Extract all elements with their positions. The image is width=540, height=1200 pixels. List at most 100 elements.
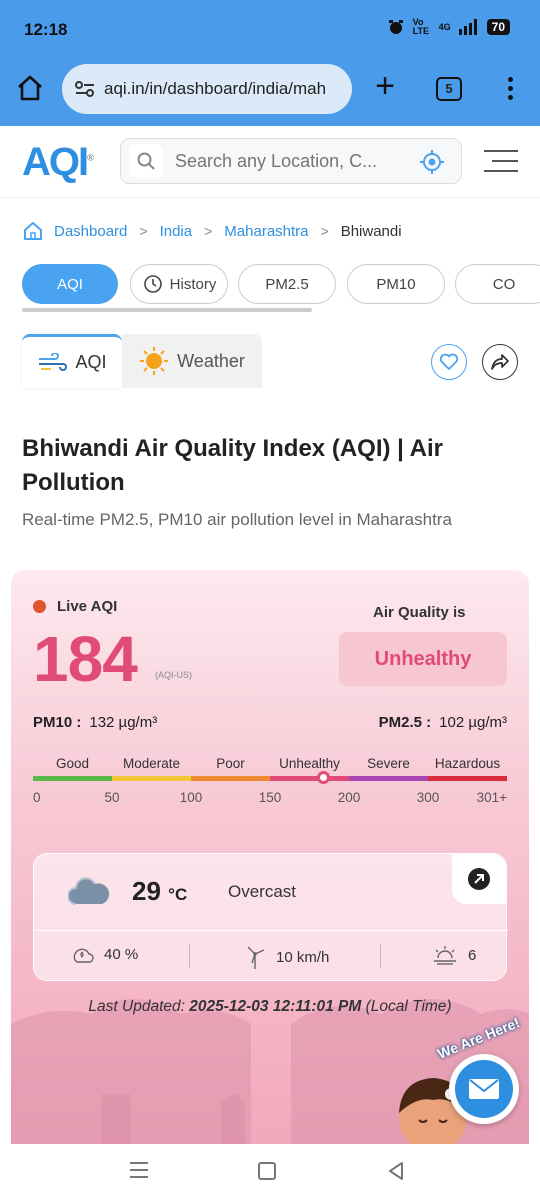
- browser-menu-button[interactable]: [500, 74, 520, 104]
- chevron-right-icon: >: [204, 223, 213, 239]
- mail-icon: [455, 1060, 513, 1118]
- chevron-right-icon: >: [139, 223, 148, 239]
- heart-icon: [439, 353, 459, 370]
- chevron-right-icon: >: [320, 223, 329, 239]
- scale-number-3: 150: [258, 790, 282, 805]
- scale-segment-severe: [349, 776, 428, 781]
- status-icons: Vo LTE 4G 70: [387, 18, 510, 36]
- pill-history[interactable]: History: [130, 264, 228, 304]
- site-logo[interactable]: AQI®: [22, 140, 94, 185]
- scale-label-moderate: Moderate: [122, 756, 181, 771]
- battery-indicator: 70: [486, 19, 510, 35]
- wind-turbine-icon: [247, 946, 265, 969]
- uv-stat: 6: [432, 944, 476, 966]
- scale-label-unhealthy: Unhealthy: [279, 756, 340, 771]
- aqi-scale-bar: [33, 776, 507, 781]
- share-button[interactable]: [482, 344, 518, 380]
- browser-toolbar: aqi.in/in/dashboard/india/mah + 5: [0, 58, 540, 126]
- pm25-value: 102 µg/m³: [439, 714, 507, 731]
- scale-label-hazardous: Hazardous: [434, 756, 501, 771]
- sun-icon: [140, 347, 169, 375]
- pill-history-label: History: [169, 275, 217, 293]
- scale-segment-unhealthy: [270, 776, 349, 781]
- last-updated: Last Updated: 2025-12-03 12:11:01 PM (Lo…: [11, 998, 529, 1016]
- breadcrumb: Dashboard > India > Maharashtra > Bhiwan…: [22, 220, 402, 242]
- weather-expand-button[interactable]: [452, 854, 506, 904]
- home-button[interactable]: [258, 1162, 276, 1180]
- scale-segment-poor: [191, 776, 270, 781]
- pm25-reading: PM2.5 : 102 µg/m³: [379, 714, 507, 731]
- tab-switcher-button[interactable]: 5: [436, 77, 462, 101]
- share-icon: [491, 354, 509, 370]
- hamburger-menu-icon[interactable]: [484, 150, 518, 180]
- arrow-up-right-icon: [468, 868, 490, 890]
- tab-aqi[interactable]: AQI: [22, 334, 122, 388]
- last-updated-datetime: 2025-12-03 12:11:01 PM: [189, 998, 362, 1015]
- tab-weather-label: Weather: [177, 350, 245, 371]
- pill-pm10[interactable]: PM10: [347, 264, 445, 304]
- breadcrumb-india[interactable]: India: [160, 223, 193, 240]
- page-title: Bhiwandi Air Quality Index (AQI) | Air P…: [22, 435, 443, 496]
- stat-divider: [189, 944, 190, 968]
- volte-label: Vo LTE: [412, 17, 429, 36]
- site-settings-icon[interactable]: [74, 80, 96, 98]
- humidity-icon: [73, 948, 94, 963]
- pill-aqi[interactable]: AQI: [22, 264, 118, 304]
- page-subtitle: Real-time PM2.5, PM10 air pollution leve…: [22, 510, 452, 529]
- aqi-scale-numbers: 0 50 100 150 200 300 301+: [33, 790, 507, 808]
- cloud-icon: [68, 877, 110, 905]
- favorite-button[interactable]: [431, 344, 467, 380]
- breadcrumb-dashboard[interactable]: Dashboard: [54, 223, 127, 240]
- air-quality-status-badge: Unhealthy: [339, 632, 507, 686]
- uv-index-icon: [434, 946, 456, 965]
- scale-label-good: Good: [55, 756, 90, 771]
- aqi-value: 184: [33, 623, 138, 695]
- temp-value: 29: [132, 876, 161, 906]
- tab-weather[interactable]: Weather: [122, 334, 262, 388]
- status-time: 12:18: [24, 20, 68, 39]
- breadcrumb-bhiwandi: Bhiwandi: [340, 222, 402, 240]
- temp-unit: °C: [168, 885, 188, 904]
- last-updated-label: Last Updated:: [88, 998, 185, 1015]
- pm10-value: 132 µg/m³: [89, 714, 158, 731]
- alarm-icon: [388, 20, 403, 34]
- contact-chat-button[interactable]: [449, 1054, 519, 1124]
- breadcrumb-maharashtra[interactable]: Maharashtra: [224, 223, 308, 240]
- address-bar[interactable]: aqi.in/in/dashboard/india/mah: [62, 64, 352, 114]
- live-indicator: [33, 600, 46, 613]
- scale-number-5: 300: [416, 790, 440, 805]
- new-tab-button[interactable]: +: [370, 69, 400, 103]
- live-aqi-label: Live AQI: [57, 598, 118, 615]
- pm25-label: PM2.5 :: [378, 714, 432, 731]
- humidity-stat: 40 %: [72, 944, 138, 964]
- recent-apps-button[interactable]: [130, 1162, 148, 1183]
- back-icon[interactable]: [386, 1160, 406, 1182]
- scale-number-0: 0: [33, 790, 41, 805]
- scale-number-6: 301+: [476, 790, 507, 805]
- home-icon[interactable]: [22, 220, 44, 242]
- pm10-reading: PM10 : 132 µg/m³: [33, 714, 157, 731]
- scale-segment-hazardous: [428, 776, 507, 781]
- pill-co[interactable]: CO: [455, 264, 540, 304]
- wind-value: 10 km/h: [276, 948, 330, 966]
- aqi-scale-marker: [317, 771, 331, 784]
- weather-divider: [34, 930, 508, 931]
- search-bar[interactable]: [120, 138, 462, 184]
- pills-scrollbar[interactable]: [22, 308, 312, 312]
- logo-text: AQI: [22, 140, 89, 184]
- scale-number-4: 200: [337, 790, 361, 805]
- locate-icon[interactable]: [419, 149, 445, 175]
- aqi-card: Live AQI 184 (AQI-US) Air Quality is Unh…: [11, 570, 529, 1144]
- last-updated-suffix: (Local Time): [365, 998, 452, 1015]
- site-header: AQI®: [0, 126, 540, 198]
- weather-summary-card[interactable]: 29 °C Overcast 40 % 10 km/h 6: [33, 853, 508, 981]
- search-input[interactable]: [175, 150, 405, 172]
- pollutant-tabs: AQI History PM2.5 PM10 CO: [22, 264, 540, 304]
- pm10-label: PM10 :: [33, 714, 82, 731]
- scale-number-2: 100: [179, 790, 203, 805]
- signal-icon: [458, 19, 477, 35]
- home-icon: [18, 75, 42, 101]
- history-icon: [143, 275, 162, 293]
- pill-pm25[interactable]: PM2.5: [238, 264, 336, 304]
- browser-home-button[interactable]: [14, 72, 50, 108]
